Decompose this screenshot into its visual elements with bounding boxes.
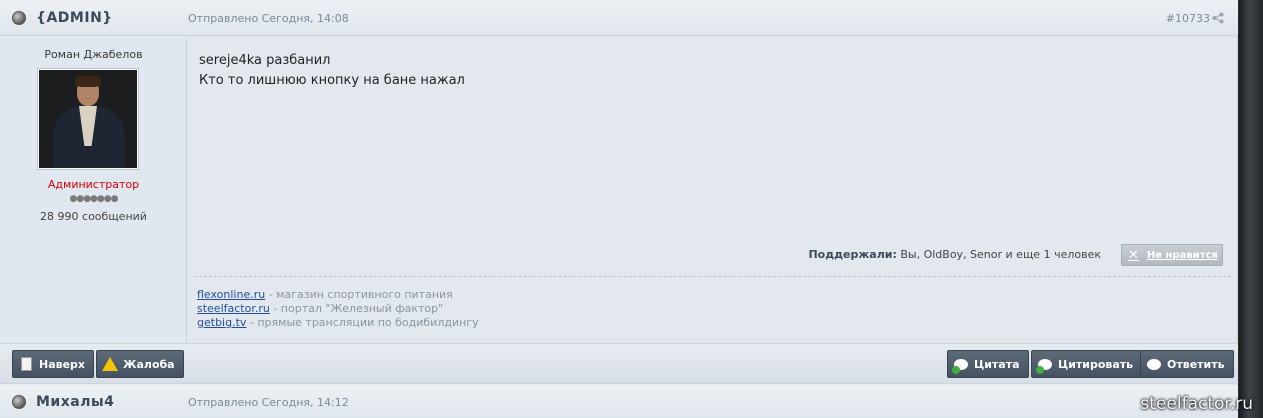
post-date: Отправлено Сегодня, 14:08	[188, 12, 349, 25]
likes-label: Поддержали:	[808, 248, 897, 261]
likes-users[interactable]: Вы, OldBoy, Senor и еще 1 человек	[900, 248, 1101, 261]
signature-line: getbig.tv - прямые трансляции по бодибил…	[197, 316, 479, 329]
signature-link[interactable]: flexonline.ru	[197, 288, 265, 301]
warning-icon	[102, 357, 118, 371]
avatar[interactable]	[37, 68, 139, 170]
reply-bubble-icon	[1147, 357, 1161, 371]
signature-line: flexonline.ru - магазин спортивного пита…	[197, 288, 453, 301]
back-to-top-button[interactable]: Наверх	[12, 350, 95, 378]
signature-desc: - прямые трансляции по бодибилдингу	[246, 316, 479, 329]
dislike-button[interactable]: ✕ Не нравится	[1121, 244, 1223, 266]
author-real-name: Роман Джабелов	[44, 48, 143, 61]
post-footer: Наверх Жалоба Цитата Цитировать Ответить	[0, 343, 1238, 384]
multiquote-button[interactable]: Цитировать	[1031, 350, 1143, 378]
share-icon[interactable]	[1212, 12, 1224, 24]
author-panel: Роман Джабелов Администратор ●●●●●●● 28 …	[0, 37, 187, 343]
signature-link[interactable]: steelfactor.ru	[197, 302, 270, 315]
back-to-top-label: Наверх	[39, 357, 86, 371]
dislike-label: Не нравится	[1146, 249, 1218, 261]
post-text-line: sereje4ka разбанил	[199, 53, 331, 68]
status-dot-icon	[12, 11, 26, 25]
document-icon	[19, 357, 33, 371]
multiquote-label: Цитировать	[1058, 357, 1134, 371]
post-number-link[interactable]: #10733	[1166, 12, 1210, 25]
quote-button[interactable]: Цитата	[947, 350, 1029, 378]
quote-bubble-icon	[952, 357, 968, 374]
quote-bubble-icon	[1036, 357, 1052, 374]
x-icon: ✕	[1128, 247, 1139, 263]
message-count: 28 990 сообщений	[40, 210, 147, 223]
post-header: {ADMIN} Отправлено Сегодня, 14:08 #10733	[0, 0, 1238, 36]
report-button[interactable]: Жалоба	[96, 350, 184, 378]
post-text-line: Кто то лишнюю кнопку на бане нажал	[199, 73, 465, 88]
rank-pips: ●●●●●●●	[69, 194, 119, 204]
quote-label: Цитата	[974, 357, 1020, 371]
signature-desc: - магазин спортивного питания	[265, 288, 453, 301]
signature-line: steelfactor.ru - портал "Железный фактор…	[197, 302, 443, 315]
post-content: sereje4ka разбанил Кто то лишнюю кнопку …	[188, 37, 1237, 343]
watermark: steelfactor.ru	[1140, 394, 1253, 414]
status-dot-icon	[12, 395, 26, 409]
likes-summary: Поддержали: Вы, OldBoy, Senor и еще 1 че…	[808, 248, 1101, 261]
report-label: Жалоба	[123, 357, 175, 371]
reply-label: Ответить	[1167, 357, 1225, 371]
post-author[interactable]: Михалы4	[36, 394, 114, 410]
signature-link[interactable]: getbig.tv	[197, 316, 246, 329]
reply-button[interactable]: Ответить	[1140, 350, 1234, 378]
post-author[interactable]: {ADMIN}	[36, 10, 113, 26]
author-role: Администратор	[47, 178, 140, 191]
signature-desc: - портал "Железный фактор"	[269, 302, 444, 315]
signature-divider	[194, 276, 1231, 277]
next-post-header: Михалы4 Отправлено Сегодня, 14:12	[0, 385, 1238, 418]
background-strip	[1239, 0, 1263, 418]
post: {ADMIN} Отправлено Сегодня, 14:08 #10733…	[0, 0, 1238, 418]
post-date: Отправлено Сегодня, 14:12	[188, 396, 349, 409]
